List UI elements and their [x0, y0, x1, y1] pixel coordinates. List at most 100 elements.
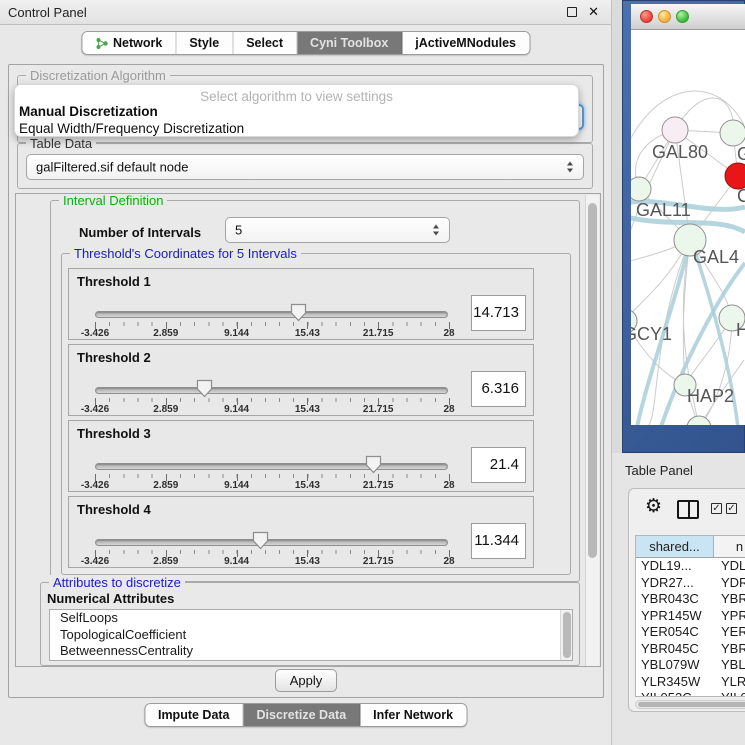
slider-thumb[interactable]	[365, 455, 382, 474]
tick-label: 21.715	[363, 328, 394, 339]
table-horizontal-scrollbar[interactable]	[635, 700, 745, 709]
checkbox-icon[interactable]: ✓	[711, 503, 722, 514]
table-row[interactable]: YPR145W YPR1	[636, 608, 745, 625]
network-icon	[95, 37, 108, 50]
checkbox-icon[interactable]: ✓	[726, 503, 737, 514]
slider-track[interactable]	[95, 539, 448, 546]
attribute-list-item[interactable]: TopologicalCoefficient	[50, 627, 572, 644]
table-row[interactable]: YER054C YER0	[636, 624, 745, 641]
table-row[interactable]: YLR345W YLR3	[636, 674, 745, 691]
table-panel-area: Table Panel ⚙ ✓ ✓ shared... n YDL19... Y…	[612, 453, 745, 745]
node-attribute-table[interactable]: shared... n YDL19... YDL1 YDR27... YDR2 …	[635, 535, 745, 697]
tab-cyni-toolbox[interactable]: Cyni Toolbox	[297, 32, 402, 54]
tab-discretize-data[interactable]: Discretize Data	[244, 704, 361, 726]
minimize-traffic-light-icon[interactable]	[658, 10, 671, 23]
network-canvas[interactable]: GAL80GAGAL11CGAL4GCY1HHAP2	[631, 30, 745, 425]
node-label: GAL80	[652, 142, 708, 162]
attributes-list-scrollbar[interactable]	[560, 610, 572, 660]
table-row[interactable]: YIL052C YIL0	[636, 690, 745, 697]
slider-thumb[interactable]	[290, 303, 307, 322]
slider-track[interactable]	[95, 463, 448, 470]
tick-label: 21.715	[363, 404, 394, 415]
network-node[interactable]	[631, 177, 651, 201]
table-row[interactable]: YDL19... YDL1	[636, 558, 745, 575]
tab-jactivemnodules[interactable]: jActiveMNodules	[402, 32, 529, 54]
cell-shared-name: YLR345W	[636, 674, 714, 691]
app-root: Control Panel ✕ Network Style Select Cyni T…	[0, 0, 745, 745]
num-intervals-combo[interactable]: 5	[225, 217, 450, 243]
table-row[interactable]: YBR045C YBR0	[636, 641, 745, 658]
tab-select[interactable]: Select	[233, 32, 297, 54]
dropdown-option-manual-discretization[interactable]: Manual Discretization	[15, 103, 578, 120]
network-node[interactable]	[687, 416, 711, 425]
interval-group-title: Interval Definition	[59, 193, 167, 208]
threshold-value-field[interactable]: 11.344	[471, 523, 526, 559]
node-label: GA	[737, 144, 745, 164]
settings-vertical-scrollbar[interactable]	[585, 195, 599, 667]
slider-track[interactable]	[95, 311, 448, 318]
slider-track[interactable]	[95, 387, 448, 394]
cell-name: YLR3	[714, 674, 745, 691]
attribute-list-item[interactable]: SelfLoops	[50, 610, 572, 627]
tab-label: Select	[246, 36, 283, 50]
tick-label: 9.144	[224, 480, 249, 491]
num-intervals-label: Number of Intervals	[79, 225, 201, 240]
tab-style[interactable]: Style	[176, 32, 233, 54]
node-label: H	[736, 320, 745, 340]
network-graph[interactable]: GAL80GAGAL11CGAL4GCY1HHAP2	[631, 30, 745, 425]
table-row[interactable]: YBR043C YBR0	[636, 591, 745, 608]
table-row[interactable]: YDR27... YDR2	[636, 575, 745, 592]
threshold-value-field[interactable]: 14.713	[471, 295, 526, 331]
table-panel-title: Table Panel	[625, 463, 693, 478]
table-data-combo-value: galFiltered.sif default node	[36, 160, 188, 175]
attributes-scrollbar-thumb[interactable]	[563, 612, 571, 658]
tab-impute-data[interactable]: Impute Data	[145, 704, 244, 726]
attribute-list-item[interactable]: BetweennessCentrality	[50, 643, 572, 660]
tick-label: 2.859	[153, 480, 178, 491]
slider-tick-labels: -3.4262.8599.14415.4321.71528	[95, 556, 449, 568]
tab-label: Infer Network	[373, 708, 453, 722]
threshold-value-field[interactable]: 21.4	[471, 447, 526, 483]
close-traffic-light-icon[interactable]	[640, 10, 653, 23]
attributes-group-title: Attributes to discretize	[49, 575, 185, 590]
table-data-combo[interactable]: galFiltered.sif default node	[26, 154, 584, 180]
slider-thumb[interactable]	[252, 531, 269, 550]
tick-label: 2.859	[153, 556, 178, 567]
cell-name: YIL0	[714, 690, 745, 697]
split-columns-icon[interactable]	[677, 500, 699, 519]
tick-label: 21.715	[363, 480, 394, 491]
dropdown-options: Manual DiscretizationEqual Width/Frequen…	[15, 103, 578, 137]
table-data-group: Table Data galFiltered.sif default node	[17, 143, 593, 189]
tab-label: Network	[113, 36, 162, 50]
apply-button[interactable]: Apply	[275, 669, 337, 692]
tick-label: 9.144	[224, 328, 249, 339]
gear-icon[interactable]: ⚙	[645, 497, 662, 516]
network-window-titlebar[interactable]	[631, 4, 745, 30]
float-window-icon[interactable]	[567, 7, 577, 17]
table-body: YDL19... YDL1 YDR27... YDR2 YBR043C YBR0…	[636, 558, 745, 697]
numerical-attributes-list[interactable]: SelfLoopsTopologicalCoefficientBetweenne…	[49, 609, 573, 661]
interval-definition-group: Interval Definition Number of Intervals …	[50, 200, 580, 582]
network-node[interactable]	[662, 117, 688, 143]
table-row[interactable]: YBL079W YBL0	[636, 657, 745, 674]
threshold-value-field[interactable]: 6.316	[471, 371, 526, 407]
cyni-settings-panel: Discretization Algorithm Select algorith…	[8, 64, 604, 698]
thresholds-group: Threshold's Coordinates for 5 Intervals …	[61, 253, 571, 575]
table-scrollbar-thumb[interactable]	[638, 702, 745, 707]
column-header-shared-name[interactable]: shared...	[636, 536, 714, 557]
tab-infer-network[interactable]: Infer Network	[360, 704, 466, 726]
zoom-traffic-light-icon[interactable]	[676, 10, 689, 23]
thresholds-group-title: Threshold's Coordinates for 5 Intervals	[70, 246, 301, 261]
tick-label: 2.859	[153, 328, 178, 339]
control-panel-titlebar: Control Panel ✕	[0, 0, 611, 25]
network-node[interactable]	[720, 120, 745, 146]
column-header-name[interactable]: n	[714, 536, 745, 557]
slider-thumb[interactable]	[196, 379, 213, 398]
tab-network[interactable]: Network	[82, 32, 176, 54]
dropdown-option-equal-width-frequency-discretization[interactable]: Equal Width/Frequency Discretization	[15, 120, 578, 137]
cell-name: YER0	[714, 624, 745, 641]
close-icon[interactable]: ✕	[588, 4, 599, 20]
stepper-arrows-icon	[566, 161, 575, 174]
cell-shared-name: YBL079W	[636, 657, 714, 674]
settings-scrollbar-thumb[interactable]	[588, 203, 597, 558]
